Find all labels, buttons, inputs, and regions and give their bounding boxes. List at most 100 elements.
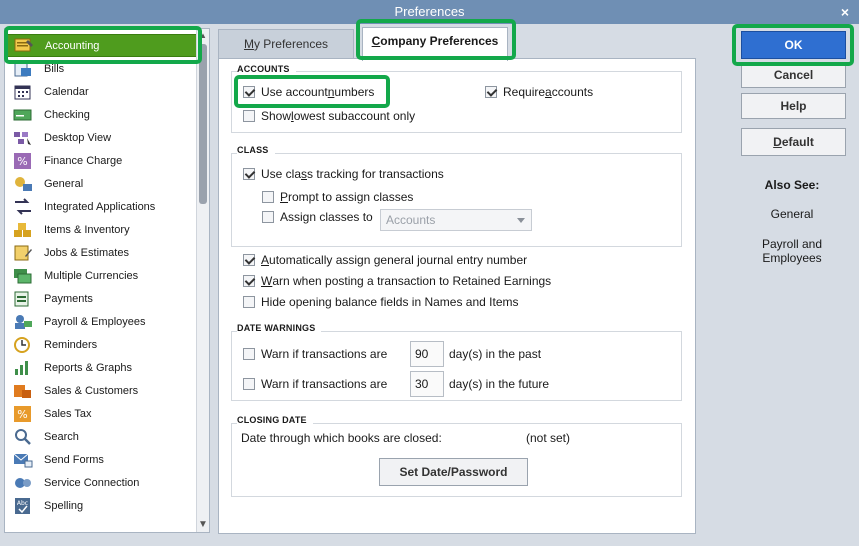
default-button[interactable]: Default: [741, 128, 846, 156]
general-icon: [13, 175, 33, 193]
sidebar-item-label: Reports & Graphs: [44, 361, 133, 374]
cancel-button[interactable]: Cancel: [741, 62, 846, 88]
sidebar-item-label: General: [44, 177, 84, 190]
spelling-icon: Abc: [13, 497, 33, 515]
sidebar-item-spelling[interactable]: Abc Spelling: [5, 494, 197, 517]
finance-charge-icon: %: [13, 152, 33, 170]
closing-date-value: (not set): [526, 431, 571, 445]
sidebar-item-send-forms[interactable]: Send Forms: [5, 448, 197, 471]
sidebar-item-label: Sales Tax: [44, 407, 92, 420]
sidebar-item-label: Checking: [44, 108, 90, 121]
checkbox-box[interactable]: [243, 296, 255, 308]
checkbox-box[interactable]: [262, 211, 274, 223]
set-date-password-button[interactable]: Set Date/Password: [379, 458, 528, 486]
sidebar-item-checking[interactable]: Checking: [5, 103, 197, 126]
sidebar-item-general[interactable]: General: [5, 172, 197, 195]
sidebar-item-jobs-estimates[interactable]: Jobs & Estimates: [5, 241, 197, 264]
integrated-apps-icon: [13, 197, 33, 216]
sidebar-item-payroll-employees[interactable]: Payroll & Employees: [5, 310, 197, 333]
past-days-suffix: day(s) in the past: [449, 347, 542, 361]
assign-classes-select[interactable]: Accounts: [380, 209, 532, 231]
sidebar-item-calendar[interactable]: Calendar: [5, 80, 197, 103]
sidebar-item-reports-graphs[interactable]: Reports & Graphs: [5, 356, 197, 379]
scroll-up-arrow[interactable]: ▲: [197, 29, 209, 43]
sidebar-item-finance-charge[interactable]: % Finance Charge: [5, 149, 197, 172]
jobs-estimates-icon: [13, 244, 33, 262]
require-accounts-checkbox[interactable]: Require a ccounts: [485, 85, 593, 99]
sidebar-item-label: Send Forms: [44, 453, 104, 466]
chevron-down-icon[interactable]: [517, 218, 525, 223]
reports-graphs-icon: [13, 359, 33, 377]
accounting-icon: [14, 37, 34, 55]
sidebar-item-label: Reminders: [44, 338, 98, 351]
scroll-thumb[interactable]: [199, 44, 207, 204]
sidebar-item-label: Jobs & Estimates: [44, 246, 129, 259]
checkbox-box[interactable]: [243, 254, 255, 266]
sidebar-item-bills[interactable]: Bills: [5, 57, 197, 80]
sidebar-item-integrated-applications[interactable]: Integrated Applications: [5, 195, 197, 218]
class-group-title: CLASS: [237, 145, 275, 155]
sidebar-item-payments[interactable]: Payments: [5, 287, 197, 310]
past-days-input[interactable]: 90: [410, 341, 444, 367]
sidebar-item-reminders[interactable]: Reminders: [5, 333, 197, 356]
sidebar-item-search[interactable]: Search: [5, 425, 197, 448]
sidebar-item-label: Items & Inventory: [44, 223, 130, 236]
sidebar-item-label: Finance Charge: [44, 154, 123, 167]
sidebar-item-label: Integrated Applications: [44, 200, 156, 213]
sidebar-item-multiple-currencies[interactable]: Multiple Currencies: [5, 264, 197, 287]
sidebar-scrollbar[interactable]: ▲ ▼: [196, 29, 209, 532]
checkbox-box[interactable]: [262, 191, 274, 203]
sidebar-item-service-connection[interactable]: Service Connection: [5, 471, 197, 494]
sidebar-item-label: Calendar: [44, 85, 89, 98]
sidebar-item-label: Sales & Customers: [44, 384, 139, 397]
sidebar-item-desktop-view[interactable]: Desktop View: [5, 126, 197, 149]
warn-retained-earnings-checkbox[interactable]: Warn when posting a transaction to Retai…: [243, 274, 551, 288]
scroll-down-arrow[interactable]: ▼: [197, 518, 209, 532]
checkbox-box[interactable]: [243, 110, 255, 122]
close-icon[interactable]: ×: [841, 0, 849, 24]
prompt-assign-classes-checkbox[interactable]: Prompt to assign classes: [262, 190, 413, 204]
also-see-payroll-link[interactable]: Payroll and Employees: [733, 237, 851, 265]
sidebar-item-label: Bills: [44, 62, 65, 75]
accounts-group: [231, 71, 682, 133]
help-button[interactable]: Help: [741, 93, 846, 119]
checkbox-box[interactable]: [243, 86, 255, 98]
sales-tax-icon: %: [13, 405, 33, 423]
checkbox-box[interactable]: [243, 378, 255, 390]
sidebar-item-items-inventory[interactable]: Items & Inventory: [5, 218, 197, 241]
sidebar-item-label: Payroll & Employees: [44, 315, 146, 328]
ok-button[interactable]: OK: [741, 31, 846, 59]
closing-date-label: Date through which books are closed:: [241, 431, 442, 445]
tab-my-preferences[interactable]: My Preferences: [218, 29, 354, 59]
svg-text:%: %: [17, 155, 27, 168]
tab-company-preferences[interactable]: Company Preferences: [362, 27, 508, 61]
sidebar-item-label: Multiple Currencies: [44, 269, 139, 282]
sidebar-item-accounting[interactable]: Accounting: [5, 34, 197, 57]
checkbox-box[interactable]: [243, 348, 255, 360]
payments-icon: [13, 290, 33, 308]
sidebar-item-sales-tax[interactable]: % Sales Tax: [5, 402, 197, 425]
checkbox-box[interactable]: [485, 86, 497, 98]
window-titlebar: Preferences ×: [0, 0, 859, 24]
also-see-general-link[interactable]: General: [733, 207, 851, 221]
show-lowest-subaccount-checkbox[interactable]: Show l owest subaccount only: [243, 109, 415, 123]
use-account-numbers-checkbox[interactable]: Use account n umbers: [243, 85, 374, 99]
assign-classes-to-checkbox[interactable]: Assi g n classes to: [262, 210, 373, 224]
sidebar-item-label: Desktop View: [44, 131, 112, 144]
auto-assign-journal-number-checkbox[interactable]: Automatically assign general journal ent…: [243, 253, 527, 267]
sales-customers-icon: [13, 382, 33, 400]
sidebar-item-sales-customers[interactable]: Sales & Customers: [5, 379, 197, 402]
also-see-title: Also See:: [764, 178, 820, 192]
desktop-view-icon: [13, 129, 33, 147]
future-days-suffix: day(s) in the future: [449, 377, 550, 391]
warn-future-checkbox[interactable]: Warn if transactions are: [243, 377, 387, 391]
use-class-tracking-checkbox[interactable]: Use cla s s tracking for transactions: [243, 167, 444, 181]
checkbox-box[interactable]: [243, 275, 255, 287]
hide-opening-balance-checkbox[interactable]: Hide opening balance fields in Names and…: [243, 295, 518, 309]
svg-text:%: %: [17, 408, 27, 421]
future-days-input[interactable]: 30: [410, 371, 444, 397]
checkbox-box[interactable]: [243, 168, 255, 180]
checking-icon: [13, 106, 33, 124]
preferences-category-list[interactable]: Accounting Bills Calendar Checking Desktop V…: [4, 28, 210, 533]
warn-past-checkbox[interactable]: Warn if transactions are: [243, 347, 387, 361]
